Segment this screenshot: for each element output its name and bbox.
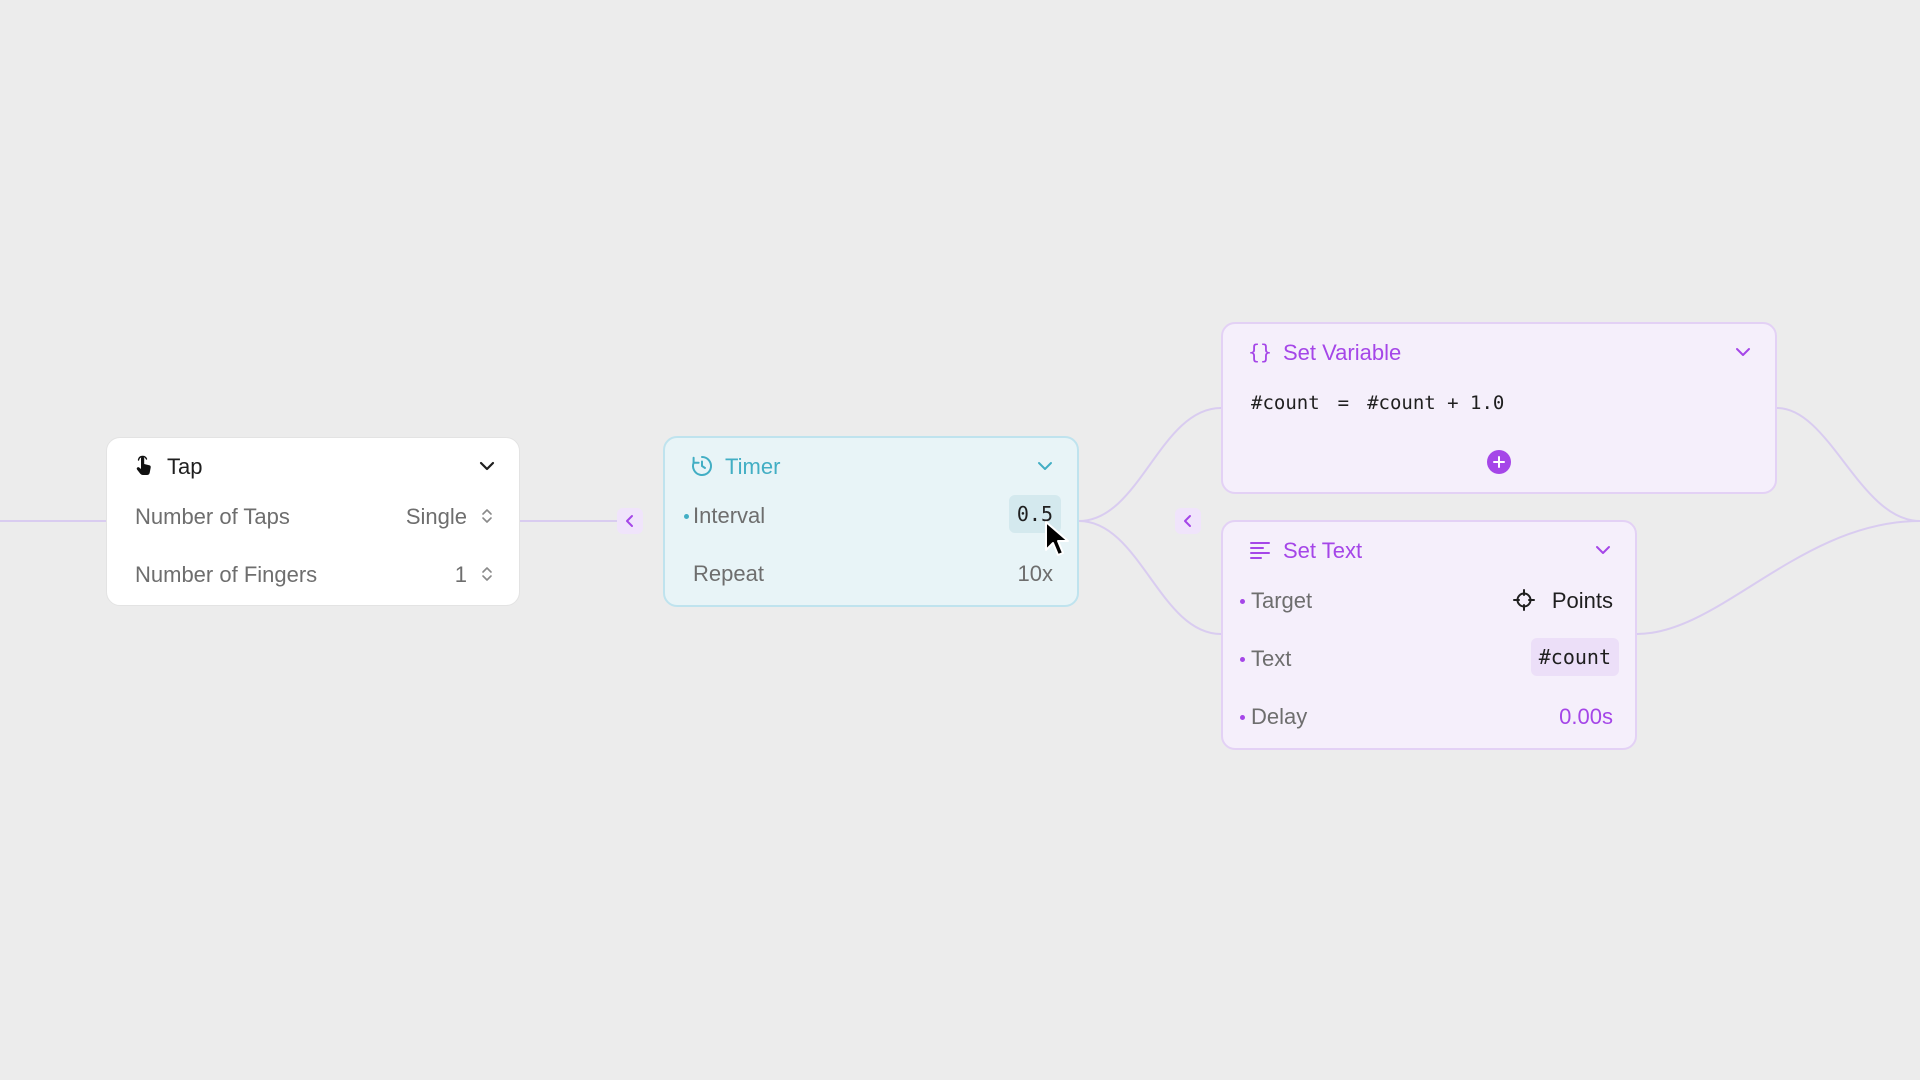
- number-of-fingers-value[interactable]: 1: [455, 562, 467, 588]
- number-of-fingers-row[interactable]: Number of Fingers 1: [107, 554, 519, 594]
- repeat-row[interactable]: Repeat 10x: [665, 553, 1077, 593]
- input-port-dot: [1240, 715, 1245, 720]
- input-port-dot: [1240, 657, 1245, 662]
- wire-timer-setvar: [1078, 407, 1222, 522]
- number-of-taps-value[interactable]: Single: [406, 504, 467, 530]
- number-of-fingers-label: Number of Fingers: [135, 562, 318, 587]
- text-align-icon: [1247, 537, 1273, 563]
- expression-row[interactable]: #count = #count + 1.0: [1251, 392, 1504, 422]
- chevron-left-icon: [1184, 515, 1191, 527]
- wire-setvar-out: [1776, 407, 1920, 522]
- text-row[interactable]: Text #count: [1223, 638, 1635, 678]
- collapse-right-button[interactable]: [1175, 508, 1201, 534]
- collapse-left-button[interactable]: [617, 508, 643, 534]
- delay-value[interactable]: 0.00s: [1559, 704, 1613, 730]
- tap-node-header[interactable]: Tap: [107, 438, 519, 492]
- timer-icon: [689, 453, 715, 479]
- tap-node-title: Tap: [167, 454, 203, 479]
- set-text-node[interactable]: Set Text Target Points Text #count Delay…: [1221, 520, 1637, 750]
- repeat-value[interactable]: 10x: [1018, 561, 1053, 587]
- chevron-down-icon[interactable]: [1593, 540, 1613, 560]
- set-text-header[interactable]: Set Text: [1223, 522, 1635, 576]
- input-port-dot: [684, 514, 689, 519]
- chevron-left-icon: [626, 515, 633, 527]
- set-variable-title: Set Variable: [1283, 340, 1402, 365]
- timer-node-title: Timer: [725, 454, 781, 479]
- stepper-icon[interactable]: [481, 564, 493, 584]
- delay-label: Delay: [1251, 704, 1308, 729]
- repeat-label: Repeat: [693, 561, 764, 586]
- text-value-chip[interactable]: #count: [1530, 638, 1619, 676]
- tap-node[interactable]: Tap Number of Taps Single Number of Fing…: [106, 437, 520, 606]
- interval-row[interactable]: Interval 0.5: [665, 495, 1077, 535]
- set-variable-node[interactable]: {} Set Variable #count = #count + 1.0: [1221, 322, 1777, 494]
- set-variable-header[interactable]: {} Set Variable: [1223, 324, 1775, 378]
- target-value[interactable]: Points: [1552, 588, 1613, 614]
- target-row[interactable]: Target Points: [1223, 580, 1635, 620]
- assign-operator: =: [1337, 392, 1350, 414]
- timer-node-header[interactable]: Timer: [665, 438, 1077, 492]
- chevron-down-icon[interactable]: [1035, 456, 1055, 476]
- chevron-down-icon[interactable]: [477, 456, 497, 476]
- stepper-icon[interactable]: [481, 506, 493, 526]
- number-of-taps-label: Number of Taps: [135, 504, 290, 529]
- hand-tap-icon: [131, 453, 157, 479]
- variable-name[interactable]: #count: [1251, 392, 1320, 422]
- target-label: Target: [1251, 588, 1313, 613]
- flow-canvas[interactable]: Tap Number of Taps Single Number of Fing…: [0, 0, 1920, 1080]
- plus-icon: [1493, 456, 1505, 468]
- number-of-taps-row[interactable]: Number of Taps Single: [107, 496, 519, 536]
- timer-node[interactable]: Timer Interval 0.5 Repeat 10x: [663, 436, 1079, 607]
- expression-value[interactable]: #count + 1.0: [1367, 392, 1504, 422]
- wire-timer-settext: [1078, 520, 1222, 635]
- braces-icon: {}: [1247, 340, 1273, 364]
- interval-label: Interval: [693, 503, 766, 528]
- mouse-pointer-icon: [1045, 521, 1069, 556]
- wire-settext-out: [1636, 520, 1920, 635]
- add-expression-button[interactable]: [1487, 450, 1511, 474]
- input-port-dot: [1240, 599, 1245, 604]
- delay-row[interactable]: Delay 0.00s: [1223, 696, 1635, 736]
- set-text-title: Set Text: [1283, 538, 1363, 563]
- crosshair-icon: [1513, 589, 1535, 611]
- chevron-down-icon[interactable]: [1733, 342, 1753, 362]
- text-label: Text: [1251, 646, 1292, 671]
